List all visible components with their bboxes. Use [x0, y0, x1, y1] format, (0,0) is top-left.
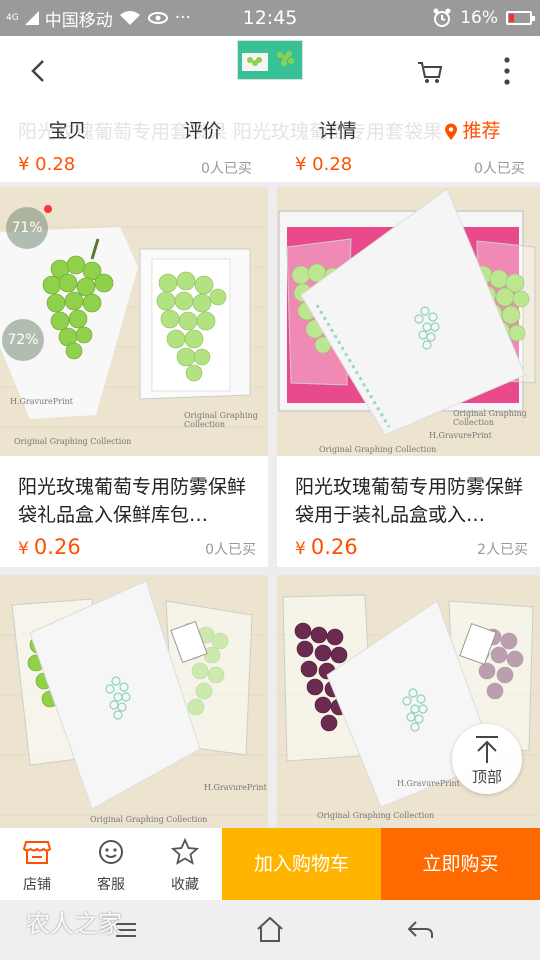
location-pin-icon	[445, 123, 458, 140]
back-to-top-label: 顶部	[471, 768, 502, 786]
product-card[interactable]: H.GravurePrint Original Graphing Collect…	[0, 187, 268, 567]
currency-symbol: ¥	[295, 539, 306, 559]
service-label: 客服	[97, 877, 125, 893]
add-to-cart-button[interactable]: 加入购物车	[222, 828, 381, 901]
previous-sold: 0人已买	[201, 161, 252, 177]
previous-sold: 0人已买	[474, 161, 525, 177]
newsprint-text: H.GravurePrint	[204, 783, 267, 792]
sold-count: 2人已买	[477, 542, 528, 558]
bottom-action-bar: 店铺 客服 收藏 加入购物车 立即购买	[0, 827, 540, 901]
status-right: 16%	[432, 0, 535, 36]
more-vertical-icon[interactable]	[502, 56, 512, 86]
product-title[interactable]: 阳光玫瑰葡萄专用防雾保鲜袋礼品盒入保鲜库包…	[18, 473, 256, 529]
favorite-label: 收藏	[171, 877, 199, 893]
previous-price: ¥ 0.28	[295, 154, 353, 175]
tab-recommend[interactable]: 推荐	[405, 112, 540, 150]
product-card[interactable]: H.GravurePrint Original Graphing Collect…	[277, 187, 540, 567]
product-image[interactable]: H.GravurePrint Original Graphing Collect…	[277, 187, 540, 456]
newsprint-text: Original Graphing Collection	[317, 811, 435, 820]
progress-badge: 71%	[6, 207, 48, 249]
product-image[interactable]: H.GravurePrint Original Graphing Collect…	[0, 575, 268, 827]
previous-row-prices: ¥ 0.28 0人已买 ¥ 0.28 0人已买	[0, 150, 540, 182]
product-image[interactable]: H.GravurePrint Original Graphing Collect…	[0, 187, 268, 456]
red-dot-indicator	[44, 205, 52, 213]
favorite-button[interactable]: 收藏	[148, 828, 222, 901]
product-price: ¥ 0.26	[18, 535, 81, 559]
tab-label: 详情	[318, 120, 357, 142]
newsprint-text: H.GravurePrint	[429, 431, 492, 440]
back-to-top-button[interactable]: 顶部	[452, 724, 522, 794]
home-icon[interactable]	[254, 914, 286, 946]
newsprint-text: Original Graphing Collection	[184, 411, 258, 429]
shop-button[interactable]: 店铺	[0, 828, 74, 901]
newsprint-text: Original Graphing Collection	[319, 445, 437, 454]
price-value: 0.26	[33, 535, 81, 559]
newsprint-text: H.GravurePrint	[10, 397, 73, 406]
customer-service-button[interactable]: 客服	[74, 828, 148, 901]
progress-badge: 72%	[2, 319, 44, 361]
sold-count: 0人已买	[205, 542, 256, 558]
back-arrow-icon[interactable]	[404, 914, 436, 946]
store-icon	[23, 841, 51, 864]
newsprint-text: Original Graphing Collection	[90, 815, 208, 824]
chat-face-icon	[99, 840, 123, 864]
star-icon	[171, 838, 199, 865]
cart-icon[interactable]	[416, 58, 444, 86]
watermark-text: 农人之家	[26, 910, 122, 938]
currency-symbol: ¥	[18, 539, 29, 559]
newsprint-text: Original Graphing Collection	[453, 409, 527, 427]
tab-label: 宝贝	[48, 120, 87, 142]
newsprint-text: Original Graphing Collection	[14, 437, 132, 446]
tab-label: 推荐	[462, 120, 501, 142]
alarm-icon	[433, 8, 451, 27]
tab-details[interactable]: 详情	[270, 112, 405, 150]
arrow-up-icon	[476, 736, 498, 763]
product-price: ¥ 0.26	[295, 535, 358, 559]
battery-icon	[506, 11, 535, 25]
tab-label: 评价	[183, 120, 222, 142]
top-header: 阳光玫瑰葡萄专用套袋果 阳光玫瑰葡萄专用套袋果 宝贝 评价 详情 推荐 ¥ 0.…	[0, 36, 540, 182]
tab-reviews[interactable]: 评价	[135, 112, 270, 150]
product-thumbnail[interactable]	[237, 40, 303, 80]
chevron-left-icon[interactable]	[24, 56, 54, 86]
newsprint-text: H.GravurePrint	[397, 779, 460, 788]
shop-label: 店铺	[23, 877, 51, 893]
product-title[interactable]: 阳光玫瑰葡萄专用防雾保鲜袋用于装礼品盒或入…	[295, 473, 528, 529]
buy-now-button[interactable]: 立即购买	[381, 828, 540, 901]
tab-bar: 宝贝 评价 详情 推荐	[0, 112, 540, 150]
price-value: 0.26	[310, 535, 358, 559]
status-bar: 4G 中国移动 ··· 12:45 16%	[0, 0, 540, 36]
product-card[interactable]: H.GravurePrint Original Graphing Collect…	[0, 575, 268, 827]
battery-percent: 16%	[460, 8, 498, 28]
previous-price: ¥ 0.28	[18, 154, 76, 175]
screen: 4G 中国移动 ··· 12:45 16% 阳光玫瑰葡萄专用套袋果 阳光玫瑰葡萄…	[0, 0, 540, 960]
tab-item[interactable]: 宝贝	[0, 112, 135, 150]
